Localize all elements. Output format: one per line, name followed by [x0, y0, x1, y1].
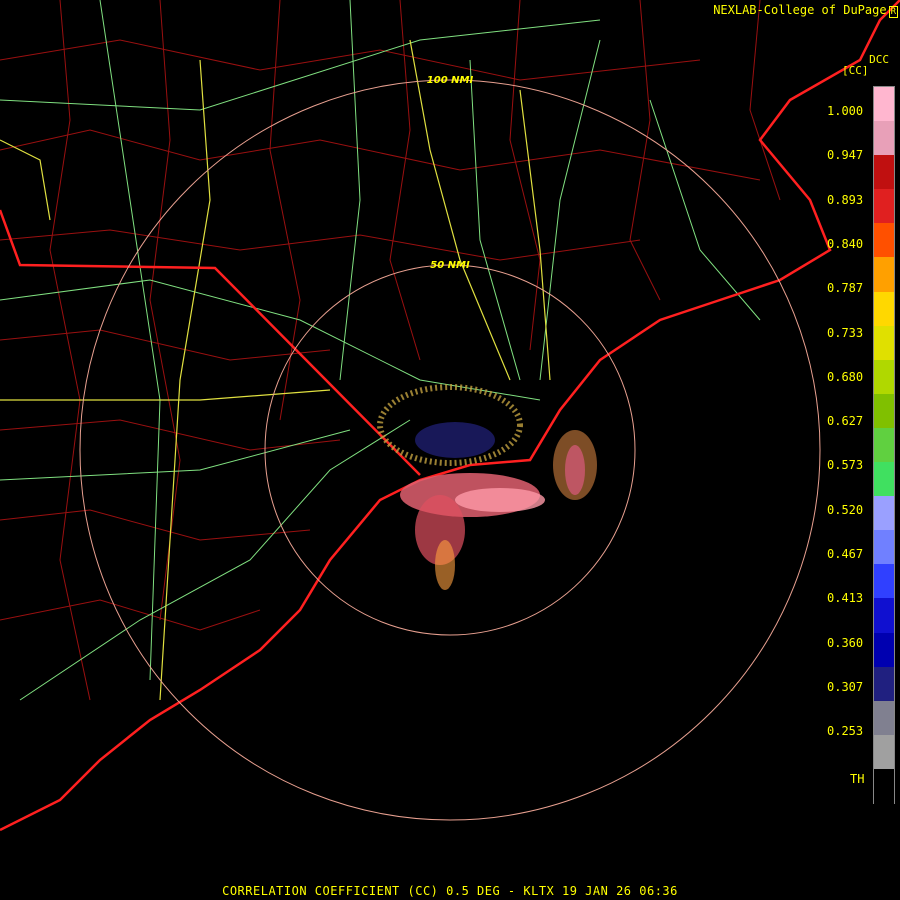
legend-color-segment [874, 564, 894, 600]
range-ring-label-50: 50 NMI [430, 260, 470, 271]
legend-label: 1.000 [827, 104, 864, 118]
legend-label: 0.520 [827, 502, 864, 517]
legend-label: 0.840 [827, 236, 864, 251]
legend-color-segment [874, 223, 894, 259]
legend-color-segment [874, 462, 894, 498]
legend-label: 0.893 [827, 192, 864, 207]
legend-color-segment [874, 87, 894, 123]
legend-label: 0.947 [827, 148, 864, 163]
product-title: CORRELATION COEFFICIENT (CC) 0.5 DEG - K… [222, 884, 678, 898]
legend-label: 0.307 [827, 679, 864, 694]
legend-color-segment [874, 257, 894, 293]
legend-label: TH [850, 772, 865, 786]
legend-color-segment [874, 325, 894, 361]
legend-color-segment [874, 189, 894, 225]
legend-color-segment [874, 734, 894, 770]
radar-map: 100 NMI 50 NMI [0, 0, 900, 900]
legend-label: 0.360 [827, 635, 864, 650]
legend-color-segment [874, 291, 894, 327]
legend-color-segment [874, 496, 894, 532]
legend-label: 0.253 [827, 724, 864, 739]
legend-color-segment [874, 666, 894, 702]
legend-label: 0.573 [827, 458, 864, 473]
legend-label: 0.680 [827, 369, 864, 384]
legend-color-segment [874, 155, 894, 191]
legend-label: 0.733 [827, 325, 864, 340]
legend-color-segment [874, 359, 894, 395]
legend-color-segment [874, 598, 894, 634]
legend-color-segment [874, 393, 894, 429]
credit-label: NEXLAB-College of DuPage [713, 3, 887, 17]
color-legend-bar [873, 86, 895, 804]
legend-label: 0.787 [827, 281, 864, 296]
product-tag: [CC] [842, 64, 869, 77]
legend-color-segment [874, 427, 894, 464]
range-ring-label-100: 100 NMI [427, 75, 474, 86]
legend-color-segment [874, 768, 894, 804]
legend-label: 0.467 [827, 547, 864, 561]
legend-color-segment [874, 700, 894, 736]
credit-mark: R [888, 6, 898, 18]
credit-text: NEXLAB-College of DuPage R [713, 3, 898, 18]
legend-color-segment [874, 632, 894, 668]
legend-color-segment [874, 121, 894, 157]
dcc-label: DCC [869, 53, 889, 66]
legend-label: 0.627 [827, 414, 864, 429]
legend-color-segment [874, 530, 894, 566]
legend-label: 0.413 [827, 591, 864, 606]
